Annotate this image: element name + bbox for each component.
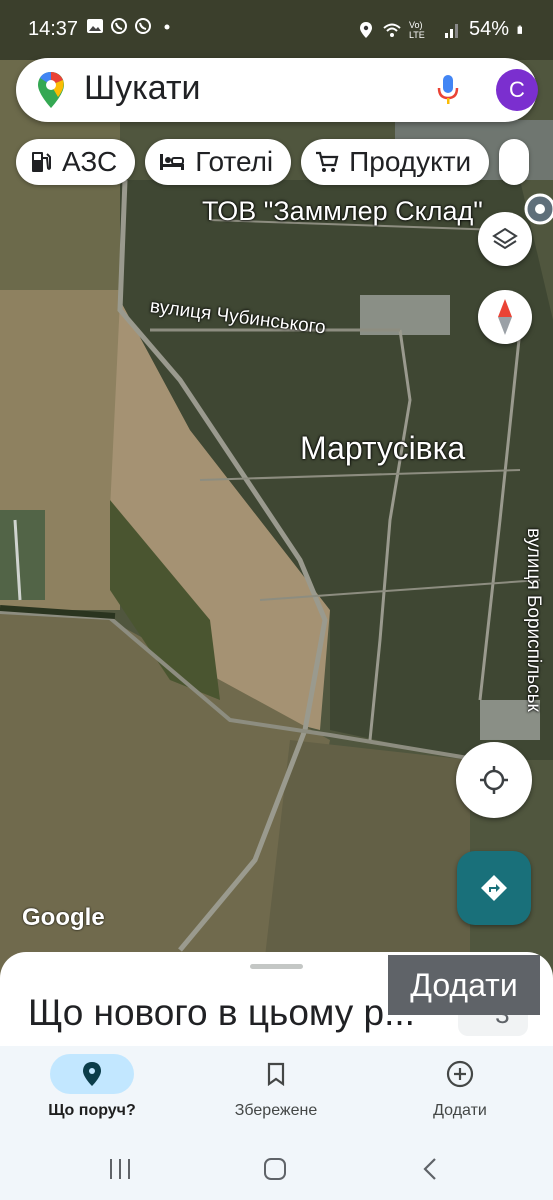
- tab-pill: [418, 1054, 502, 1094]
- home-icon[interactable]: [263, 1158, 287, 1180]
- battery-percent: 54%: [468, 18, 509, 40]
- place-marker-icon[interactable]: [524, 193, 553, 225]
- microphone-icon[interactable]: [436, 74, 460, 106]
- chip-more[interactable]: [499, 139, 530, 185]
- whatsapp-icon: [111, 18, 127, 34]
- tab-label: Що поруч?: [48, 1102, 136, 1119]
- my-location-icon: [480, 766, 508, 794]
- map-label-company[interactable]: ТОВ "Заммлер Склад": [202, 196, 483, 227]
- whatsapp-icon: [135, 18, 151, 34]
- tab-contribute[interactable]: Додати: [385, 1054, 535, 1120]
- compass-icon: [498, 299, 512, 335]
- gallery-icon: [87, 19, 103, 33]
- dot-icon: [164, 24, 170, 30]
- tab-label: Додати: [433, 1102, 487, 1119]
- sheet-title: Що нового в цьому р...: [28, 992, 415, 1033]
- search-bar[interactable]: Шукати C: [16, 58, 538, 122]
- battery-icon: [517, 25, 522, 34]
- add-tooltip: Додати: [388, 955, 540, 1015]
- status-bar: 14:37 Vo) LTE 54%: [0, 0, 553, 58]
- bookmark-icon: [267, 1062, 285, 1086]
- network-type: Vo) LTE: [408, 19, 425, 40]
- system-icons: Vo) LTE 54%: [357, 18, 527, 41]
- avatar[interactable]: C: [496, 69, 538, 111]
- tab-nearby[interactable]: Що поруч?: [17, 1054, 167, 1120]
- hotel-icon: [160, 154, 185, 170]
- back-icon[interactable]: [420, 1158, 440, 1180]
- google-attribution: Google: [22, 904, 105, 931]
- chip-groceries[interactable]: Продукти: [301, 139, 490, 185]
- add-circle-icon: [446, 1060, 474, 1088]
- tab-pill: [50, 1054, 134, 1094]
- tab-pill: [234, 1054, 318, 1094]
- tab-label: Збережене: [234, 1102, 318, 1119]
- layers-icon: [492, 227, 518, 250]
- notification-icons: [86, 17, 176, 35]
- tab-saved[interactable]: Збережене: [201, 1054, 351, 1120]
- chip-label: АЗС: [62, 146, 118, 177]
- compass-button[interactable]: [478, 290, 532, 344]
- chip-label: Готелі: [195, 146, 274, 177]
- system-navigation-bar: [0, 1132, 553, 1200]
- location-icon: [359, 21, 372, 38]
- directions-icon: [481, 875, 507, 901]
- layers-button[interactable]: [478, 212, 532, 266]
- map-label-street: вулиця Бориспільськ: [523, 528, 544, 712]
- search-input[interactable]: Шукати: [84, 69, 201, 108]
- location-pin-icon: [83, 1062, 101, 1086]
- wifi-icon: [383, 23, 401, 37]
- recent-apps-icon[interactable]: [108, 1158, 132, 1180]
- chip-label: Продукти: [349, 146, 472, 177]
- chip-gas-stations[interactable]: АЗС: [16, 139, 136, 185]
- google-maps-pin-icon: [38, 72, 64, 108]
- map-label-village[interactable]: Мартусівка: [300, 430, 465, 467]
- gas-station-icon: [32, 152, 51, 172]
- bottom-navigation: Що поруч? Збережене Додати: [0, 1046, 553, 1132]
- signal-icon: [444, 23, 458, 38]
- sheet-drag-handle[interactable]: [250, 964, 303, 969]
- chip-hotels[interactable]: Готелі: [145, 139, 292, 185]
- status-time: 14:37: [28, 18, 79, 40]
- cart-icon: [316, 151, 339, 172]
- category-chips: АЗС Готелі Продукти: [16, 139, 530, 185]
- directions-button[interactable]: [457, 851, 531, 925]
- my-location-button[interactable]: [456, 742, 532, 818]
